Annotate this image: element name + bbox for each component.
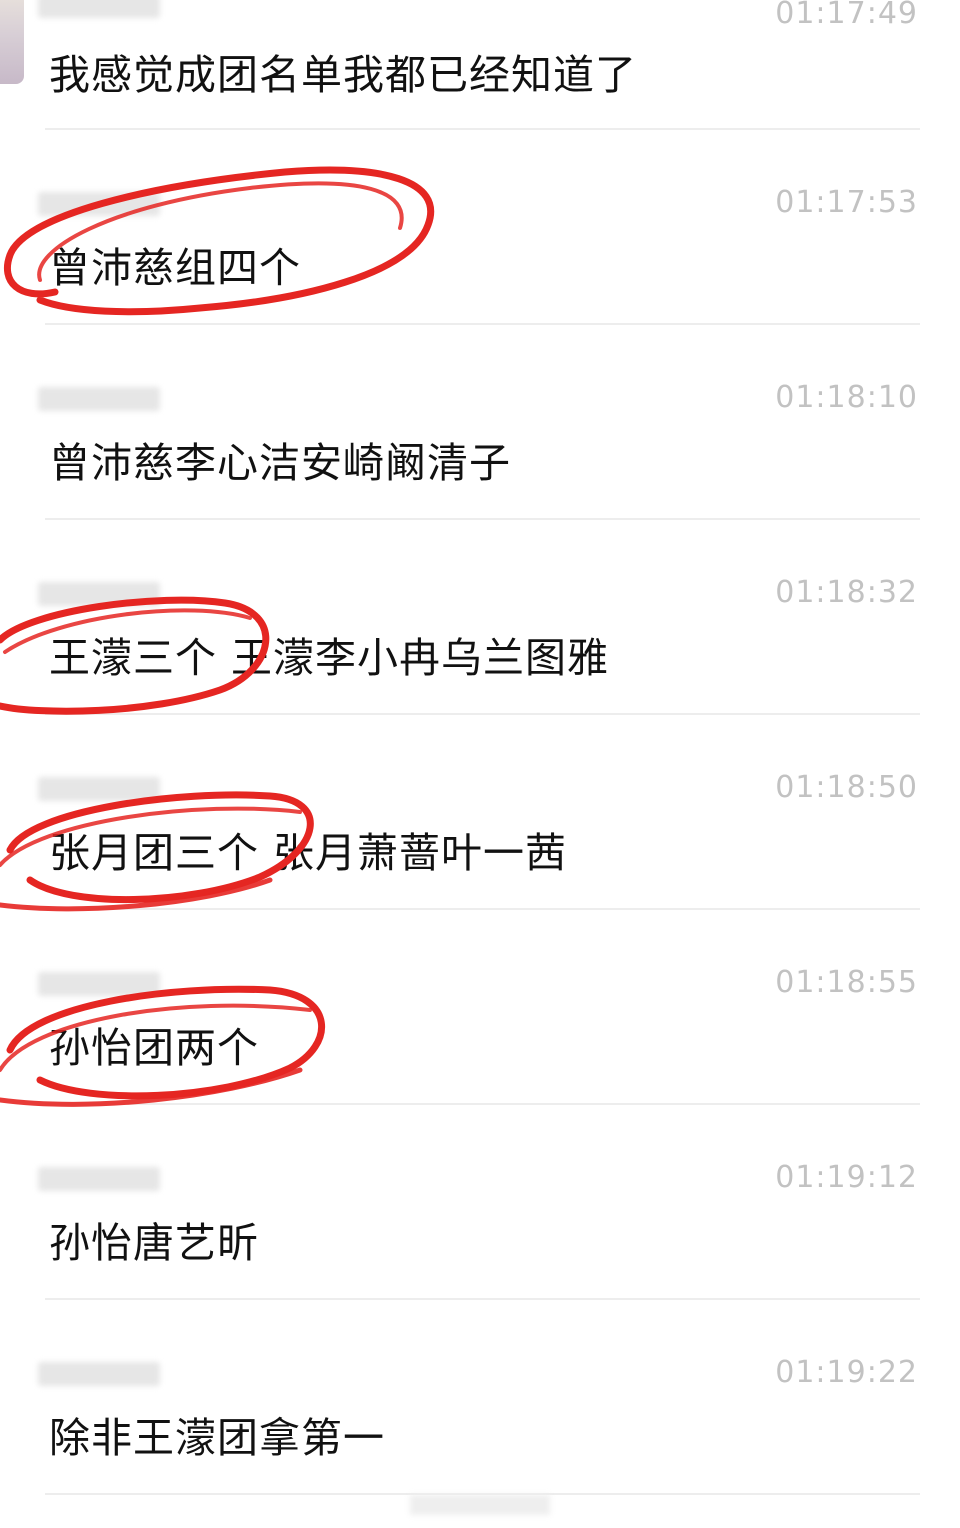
message-text[interactable]: 孙怡唐艺昕 bbox=[49, 1209, 259, 1269]
message-item[interactable]: 01:18:32 王濛三个 王濛李小冉乌兰图雅 bbox=[0, 520, 960, 715]
message-text[interactable]: 曾沛慈李心洁安崎阚清子 bbox=[49, 429, 511, 489]
message-time: 01:17:53 bbox=[775, 185, 918, 220]
message-time: 01:18:32 bbox=[775, 575, 918, 610]
message-text[interactable]: 我感觉成团名单我都已经知道了 bbox=[49, 41, 637, 101]
redacted-username bbox=[38, 582, 160, 606]
message-text[interactable]: 除非王濛团拿第一 bbox=[49, 1404, 385, 1464]
message-time: 01:18:10 bbox=[775, 380, 918, 415]
redacted-username bbox=[38, 1362, 160, 1386]
message-item[interactable]: 01:18:55 孙怡团两个 bbox=[0, 910, 960, 1105]
avatar[interactable] bbox=[0, 0, 24, 84]
message-item[interactable]: 01:19:22 除非王濛团拿第一 bbox=[0, 1300, 960, 1495]
redacted-username bbox=[38, 1167, 160, 1191]
message-item[interactable]: 01:18:10 曾沛慈李心洁安崎阚清子 bbox=[0, 325, 960, 520]
message-text[interactable]: 孙怡团两个 bbox=[49, 1014, 259, 1074]
message-time: 01:19:22 bbox=[775, 1355, 918, 1390]
redacted-username bbox=[38, 777, 160, 801]
message-time: 01:19:12 bbox=[775, 1160, 918, 1195]
redacted-username bbox=[38, 972, 160, 996]
message-text[interactable]: 王濛三个 王濛李小冉乌兰图雅 bbox=[49, 624, 609, 684]
redacted-username bbox=[38, 387, 160, 411]
message-time: 01:17:49 bbox=[775, 0, 918, 31]
redacted-username bbox=[38, 0, 160, 18]
message-time: 01:18:55 bbox=[775, 965, 918, 1000]
chat-message-list[interactable]: 01:17:49 我感觉成团名单我都已经知道了 01:17:53 曾沛慈组四个 … bbox=[0, 0, 960, 1528]
message-item[interactable]: 01:17:53 曾沛慈组四个 bbox=[0, 130, 960, 325]
message-text[interactable]: 曾沛慈组四个 bbox=[49, 234, 301, 294]
message-text[interactable]: 张月团三个 张月萧蔷叶一茜 bbox=[49, 819, 567, 879]
message-item[interactable]: 01:17:49 我感觉成团名单我都已经知道了 bbox=[0, 0, 960, 125]
redacted-username bbox=[38, 192, 160, 216]
message-item[interactable]: 01:19:12 孙怡唐艺昕 bbox=[0, 1105, 960, 1300]
redacted-watermark bbox=[410, 1495, 550, 1515]
message-item[interactable]: 01:18:50 张月团三个 张月萧蔷叶一茜 bbox=[0, 715, 960, 910]
message-time: 01:18:50 bbox=[775, 770, 918, 805]
